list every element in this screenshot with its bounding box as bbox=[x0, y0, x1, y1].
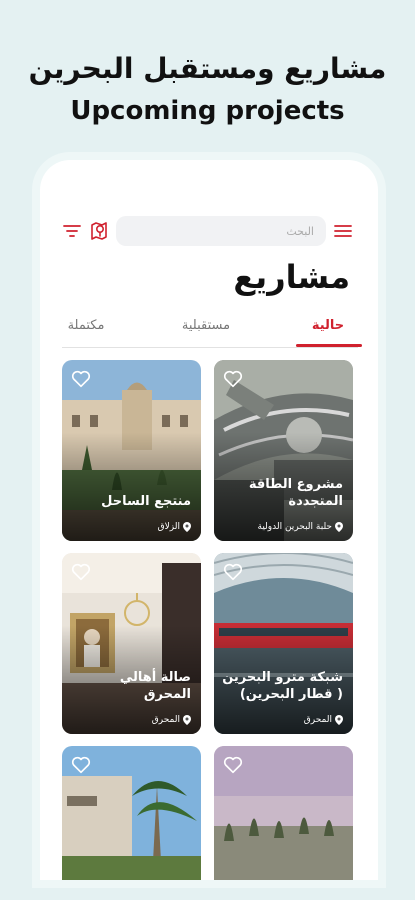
page-title: مشاريع bbox=[233, 258, 350, 296]
project-title: مشروع الطاقة المتجددة bbox=[222, 477, 343, 511]
project-title: شبكة مترو البحرين ( قطار البحرين) bbox=[222, 670, 343, 704]
heart-icon[interactable] bbox=[70, 561, 92, 583]
project-card[interactable]: صالة أهالي المحرق المحرق bbox=[62, 553, 201, 734]
pin-icon bbox=[183, 522, 191, 532]
pin-icon bbox=[335, 522, 343, 532]
project-title: منتجع الساحل bbox=[70, 494, 191, 511]
tab-divider bbox=[62, 347, 358, 348]
project-card[interactable]: منتجع الساحل الزلاق bbox=[62, 360, 201, 541]
pin-icon bbox=[335, 715, 343, 725]
phone-frame: مشاريع حالية مستقبلية مكتملة مشروع الطاق… bbox=[40, 160, 378, 880]
location-text: المحرق bbox=[152, 715, 180, 725]
project-card[interactable] bbox=[214, 746, 353, 880]
location-text: الزلاق bbox=[158, 522, 180, 532]
top-bar bbox=[40, 216, 378, 246]
heart-icon[interactable] bbox=[222, 368, 244, 390]
promo-headline-ar: مشاريع ومستقبل البحرين bbox=[0, 52, 415, 85]
map-icon[interactable] bbox=[88, 219, 110, 243]
project-card[interactable]: شبكة مترو البحرين ( قطار البحرين) المحرق bbox=[214, 553, 353, 734]
promo-headline-en: Upcoming projects bbox=[0, 96, 415, 126]
heart-icon[interactable] bbox=[70, 754, 92, 776]
project-title: صالة أهالي المحرق bbox=[70, 670, 191, 704]
tab-upcoming[interactable]: مستقبلية bbox=[168, 318, 244, 333]
project-location: المحرق bbox=[304, 715, 343, 725]
filter-icon[interactable] bbox=[62, 221, 82, 241]
tab-active-indicator bbox=[296, 344, 362, 347]
heart-icon[interactable] bbox=[70, 368, 92, 390]
project-location: حلبة البحرين الدولية bbox=[258, 522, 344, 532]
location-text: حلبة البحرين الدولية bbox=[258, 522, 333, 532]
project-location: المحرق bbox=[152, 715, 191, 725]
heart-icon[interactable] bbox=[222, 561, 244, 583]
tab-bar: حالية مستقبلية مكتملة bbox=[40, 318, 378, 348]
menu-icon[interactable] bbox=[332, 221, 354, 241]
project-card[interactable] bbox=[62, 746, 201, 880]
tab-current[interactable]: حالية bbox=[296, 318, 360, 333]
project-card[interactable]: مشروع الطاقة المتجددة حلبة البحرين الدول… bbox=[214, 360, 353, 541]
pin-icon bbox=[183, 715, 191, 725]
search-input[interactable] bbox=[116, 216, 326, 246]
location-text: المحرق bbox=[304, 715, 332, 725]
project-location: الزلاق bbox=[158, 522, 191, 532]
tab-completed[interactable]: مكتملة bbox=[58, 318, 114, 333]
heart-icon[interactable] bbox=[222, 754, 244, 776]
